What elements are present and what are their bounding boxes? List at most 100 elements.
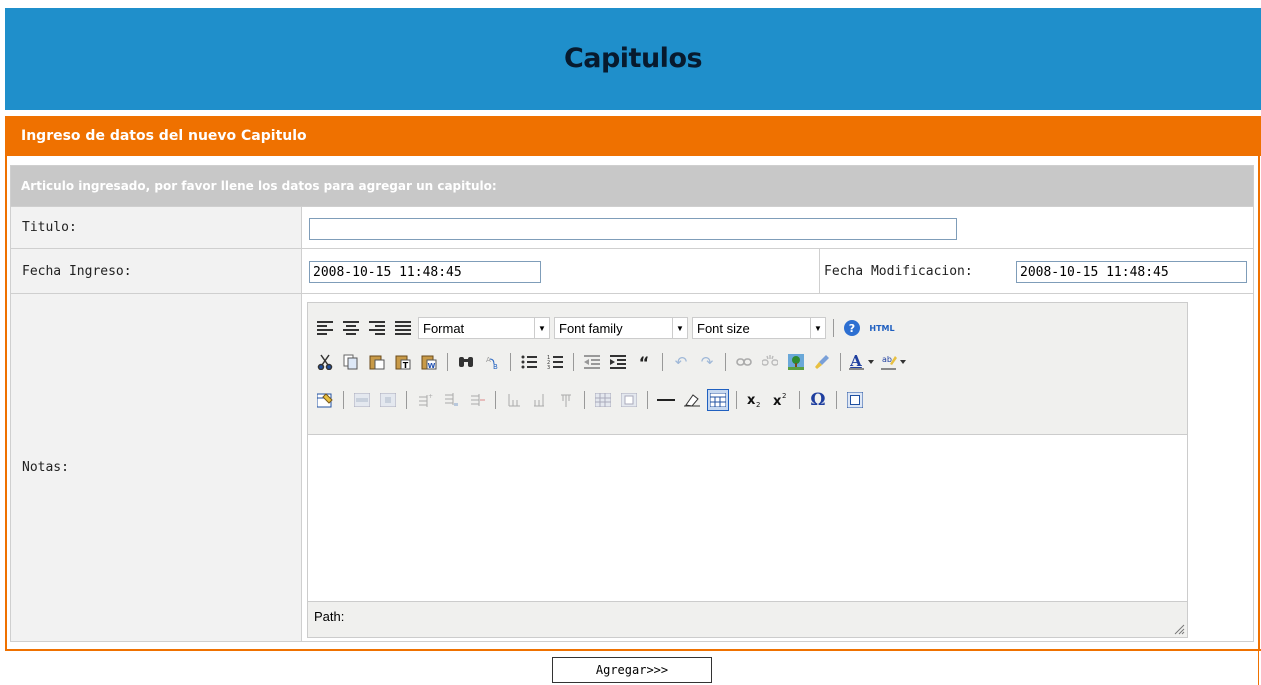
align-left-icon[interactable] xyxy=(314,317,336,339)
hr-icon[interactable] xyxy=(655,389,677,411)
toolbar-separator xyxy=(647,391,648,409)
font-size-select-label: Font size xyxy=(697,320,750,336)
font-family-select[interactable]: Font family ▼ xyxy=(554,317,688,339)
toolbar-separator xyxy=(736,391,737,409)
editor-content-area[interactable] xyxy=(308,434,1187,602)
toolbar-separator xyxy=(662,353,663,371)
toolbar-row-1: Format ▼ Font family ▼ Font size ▼ ? HTML xyxy=(314,313,897,343)
editor-path-label: Path: xyxy=(314,609,345,624)
char-map-icon[interactable]: Ω xyxy=(807,389,829,411)
svg-text:+: + xyxy=(428,393,433,400)
text-color-icon[interactable]: A xyxy=(848,351,876,373)
insert-col-after-icon[interactable] xyxy=(529,389,551,411)
font-size-select[interactable]: Font size ▼ xyxy=(692,317,826,339)
cleanup-icon[interactable] xyxy=(811,351,833,373)
help-icon[interactable]: ? xyxy=(841,317,863,339)
edit-table-icon[interactable] xyxy=(314,389,336,411)
svg-text:A: A xyxy=(849,353,862,370)
chevron-down-icon: ▼ xyxy=(810,318,825,338)
fullscreen-icon[interactable] xyxy=(844,389,866,411)
svg-text:2: 2 xyxy=(756,401,760,408)
svg-text:x: x xyxy=(773,394,782,408)
fecha-cell: Fecha Modificacion: xyxy=(301,248,1253,293)
notas-label: Notas: xyxy=(11,293,301,641)
split-cells-icon[interactable] xyxy=(592,389,614,411)
fecha-modificacion-input[interactable] xyxy=(1016,261,1247,283)
remove-format-icon[interactable] xyxy=(681,389,703,411)
indent-icon[interactable] xyxy=(607,351,629,373)
toolbar-separator xyxy=(495,391,496,409)
delete-col-icon[interactable] xyxy=(555,389,577,411)
fecha-ingreso-label: Fecha Ingreso: xyxy=(11,248,301,293)
merge-cells-icon[interactable] xyxy=(618,389,640,411)
align-justify-icon[interactable] xyxy=(392,317,414,339)
svg-text:x: x xyxy=(747,393,756,408)
align-right-icon[interactable] xyxy=(366,317,388,339)
section-border-left xyxy=(5,156,7,651)
toolbar-row-3: + x2 x2 Ω xyxy=(314,385,866,415)
toolbar-separator xyxy=(510,353,511,371)
replace-icon[interactable]: AB xyxy=(481,351,503,373)
delete-row-icon[interactable] xyxy=(466,389,488,411)
resize-grip-icon[interactable] xyxy=(1173,623,1185,635)
toolbar-separator xyxy=(406,391,407,409)
paste-text-icon[interactable]: T xyxy=(392,351,414,373)
subscript-icon[interactable]: x2 xyxy=(744,389,766,411)
cut-icon[interactable] xyxy=(314,351,336,373)
cell-props-icon[interactable] xyxy=(377,389,399,411)
insert-row-after-icon[interactable] xyxy=(440,389,462,411)
superscript-icon[interactable]: x2 xyxy=(770,389,792,411)
titulo-cell xyxy=(301,206,1253,248)
titulo-input[interactable] xyxy=(309,218,957,240)
redo-icon[interactable]: ↷ xyxy=(696,351,718,373)
format-select[interactable]: Format ▼ xyxy=(418,317,550,339)
svg-text:W: W xyxy=(428,362,436,370)
svg-text:B: B xyxy=(493,363,498,370)
visual-aid-icon[interactable] xyxy=(707,389,729,411)
toolbar-separator xyxy=(836,391,837,409)
image-icon[interactable] xyxy=(785,351,807,373)
paste-icon[interactable] xyxy=(366,351,388,373)
toolbar-separator xyxy=(343,391,344,409)
unlink-icon[interactable] xyxy=(759,351,781,373)
undo-icon[interactable]: ↶ xyxy=(670,351,692,373)
link-icon[interactable] xyxy=(733,351,755,373)
toolbar-separator xyxy=(584,391,585,409)
fecha-divider xyxy=(819,249,820,293)
toolbar-separator xyxy=(725,353,726,371)
chevron-down-icon: ▼ xyxy=(534,318,549,338)
insert-row-before-icon[interactable]: + xyxy=(414,389,436,411)
agregar-button[interactable]: Agregar>>> xyxy=(552,657,712,683)
svg-text:T: T xyxy=(403,361,409,370)
chapter-form: Articulo ingresado, por favor llene los … xyxy=(10,165,1254,642)
align-center-icon[interactable] xyxy=(340,317,362,339)
paste-word-icon[interactable]: W xyxy=(418,351,440,373)
section-border-bottom xyxy=(5,649,1261,651)
format-select-label: Format xyxy=(423,320,465,336)
form-message: Articulo ingresado, por favor llene los … xyxy=(11,166,1253,206)
bullet-list-icon[interactable] xyxy=(518,351,540,373)
svg-text:3: 3 xyxy=(547,365,550,369)
svg-text:2: 2 xyxy=(782,392,786,400)
svg-text:?: ? xyxy=(849,322,855,335)
copy-icon[interactable] xyxy=(340,351,362,373)
font-family-select-label: Font family xyxy=(559,320,623,336)
titulo-label: Titulo: xyxy=(11,206,301,248)
blockquote-icon[interactable]: “ xyxy=(633,351,655,373)
numbered-list-icon[interactable]: 123 xyxy=(544,351,566,373)
highlight-color-icon[interactable]: ab xyxy=(880,351,908,373)
toolbar-separator xyxy=(799,391,800,409)
html-source-icon[interactable]: HTML xyxy=(867,317,897,339)
svg-text:ab: ab xyxy=(882,355,892,364)
svg-text:A: A xyxy=(486,356,491,364)
find-icon[interactable] xyxy=(455,351,477,373)
border-tick xyxy=(1258,651,1259,685)
section-border-right xyxy=(1258,156,1260,651)
outdent-icon[interactable] xyxy=(581,351,603,373)
toolbar-row-2: T W AB 123 “ ↶ ↷ A ab xyxy=(314,347,908,377)
insert-col-before-icon[interactable] xyxy=(503,389,525,411)
fecha-ingreso-input[interactable] xyxy=(309,261,541,283)
row-props-icon[interactable] xyxy=(351,389,373,411)
toolbar-separator xyxy=(573,353,574,371)
section-title: Ingreso de datos del nuevo Capitulo xyxy=(5,116,1261,156)
